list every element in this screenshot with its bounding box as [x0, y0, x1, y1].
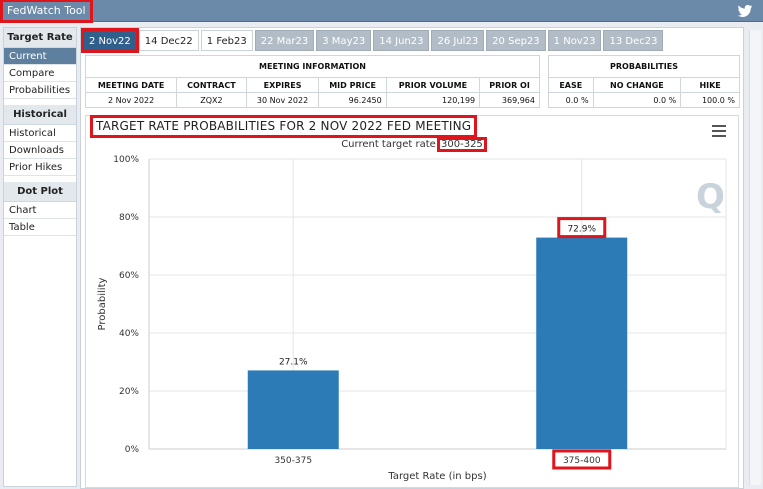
cell-ease: 0.0 %: [548, 92, 594, 108]
col-prior-oi: PRIOR OI: [479, 77, 540, 93]
probabilities-table: PROBABILITIES EASE NO CHANGE HIKE 0.0 % …: [548, 55, 740, 108]
cell-mid-price: 96.2450: [318, 92, 387, 108]
bar-350-375: [247, 370, 339, 449]
col-hike: HIKE: [680, 77, 740, 93]
tab-14-dec22[interactable]: 14 Dec22: [138, 30, 199, 51]
y-tick-label: 40%: [119, 329, 139, 339]
cell-no-change: 0.0 %: [592, 92, 682, 108]
cell-hike: 100.0 %: [680, 92, 740, 108]
cell-expires: 30 Nov 2022: [245, 92, 320, 108]
tab-26-jul23[interactable]: 26 Jul23: [431, 30, 485, 51]
title-bar: FedWatch Tool: [0, 0, 763, 23]
y-tick-label: 0%: [125, 445, 140, 455]
col-no-change: NO CHANGE: [592, 77, 682, 93]
x-axis-title: Target Rate (in bps): [387, 471, 486, 482]
y-tick-label: 60%: [119, 271, 139, 281]
y-axis-title: Probability: [97, 277, 108, 330]
col-meeting-date: MEETING DATE: [84, 77, 178, 93]
tab-1-feb23[interactable]: 1 Feb23: [200, 30, 253, 51]
y-tick-label: 20%: [119, 387, 139, 397]
fedwatch-app: FedWatch Tool Target Rate Current Compar…: [0, 0, 763, 489]
watermark-logo: Q: [696, 177, 725, 217]
bar-value-label: 27.1%: [279, 357, 308, 367]
meeting-tabs: 2 Nov22 14 Dec22 1 Feb23 22 Mar23 3 May2…: [81, 28, 664, 53]
app-title: FedWatch Tool: [0, 0, 93, 23]
cell-contract: ZQX2: [176, 92, 247, 108]
probabilities-title: PROBABILITIES: [548, 55, 740, 78]
col-mid-price: MID PRICE: [318, 77, 387, 93]
x-tick-label: 375-400: [563, 456, 601, 466]
sidebar-item-probabilities[interactable]: Probabilities: [4, 82, 76, 99]
x-tick-label: 350-375: [274, 456, 312, 466]
sidebar-group-dot-plot: Dot Plot: [4, 182, 76, 202]
tab-1-nov23[interactable]: 1 Nov23: [547, 30, 602, 51]
col-contract: CONTRACT: [176, 77, 247, 93]
meeting-info-title: MEETING INFORMATION: [85, 55, 540, 78]
main-content: 2 Nov22 14 Dec22 1 Feb23 22 Mar23 3 May2…: [80, 27, 744, 489]
probability-bar-chart: 0% 20% 40% 60% 80% 100% Q 27.1% 350-375 72.9% 375-…: [97, 155, 727, 482]
tab-14-jun23[interactable]: 14 Jun23: [373, 30, 430, 51]
sidebar-group-target-rate: Target Rate: [4, 28, 76, 48]
sidebar-item-compare[interactable]: Compare: [4, 65, 76, 82]
tab-20-sep23[interactable]: 20 Sep23: [486, 30, 546, 51]
table-row: 0.0 % 0.0 % 100.0 %: [548, 92, 740, 108]
sidebar: Target Rate Current Compare Probabilitie…: [3, 27, 77, 487]
sidebar-item-downloads[interactable]: Downloads: [4, 142, 76, 159]
bar-375-400: [536, 237, 628, 449]
tab-3-may23[interactable]: 3 May23: [316, 30, 372, 51]
sidebar-item-current[interactable]: Current: [4, 48, 76, 65]
meeting-info-table: MEETING INFORMATION MEETING DATE CONTRAC…: [84, 55, 540, 108]
col-expires: EXPIRES: [245, 77, 320, 93]
sidebar-item-table[interactable]: Table: [4, 219, 76, 236]
sidebar-item-chart[interactable]: Chart: [4, 202, 76, 219]
cell-prior-oi: 369,964: [479, 92, 540, 108]
table-row: 2 Nov 2022 ZQX2 30 Nov 2022 96.2450 120,…: [84, 92, 540, 108]
tab-2-nov22[interactable]: 2 Nov22: [81, 28, 139, 53]
twitter-icon[interactable]: [737, 3, 753, 19]
cell-meeting-date: 2 Nov 2022: [84, 92, 178, 108]
sidebar-item-historical[interactable]: Historical: [4, 125, 76, 142]
scrollbar[interactable]: [749, 30, 761, 485]
col-prior-volume: PRIOR VOLUME: [385, 77, 481, 93]
tab-22-mar23[interactable]: 22 Mar23: [254, 30, 315, 51]
chart-panel: TARGET RATE PROBABILITIES FOR 2 NOV 2022…: [85, 115, 739, 488]
col-ease: EASE: [548, 77, 594, 93]
tab-13-dec23[interactable]: 13 Dec23: [603, 30, 664, 51]
sidebar-group-historical: Historical: [4, 105, 76, 125]
y-tick-label: 80%: [119, 213, 139, 223]
cell-prior-volume: 120,199: [385, 92, 481, 108]
bar-value-label: 72.9%: [567, 225, 596, 235]
sidebar-item-prior-hikes[interactable]: Prior Hikes: [4, 159, 76, 176]
y-tick-label: 100%: [113, 155, 139, 165]
